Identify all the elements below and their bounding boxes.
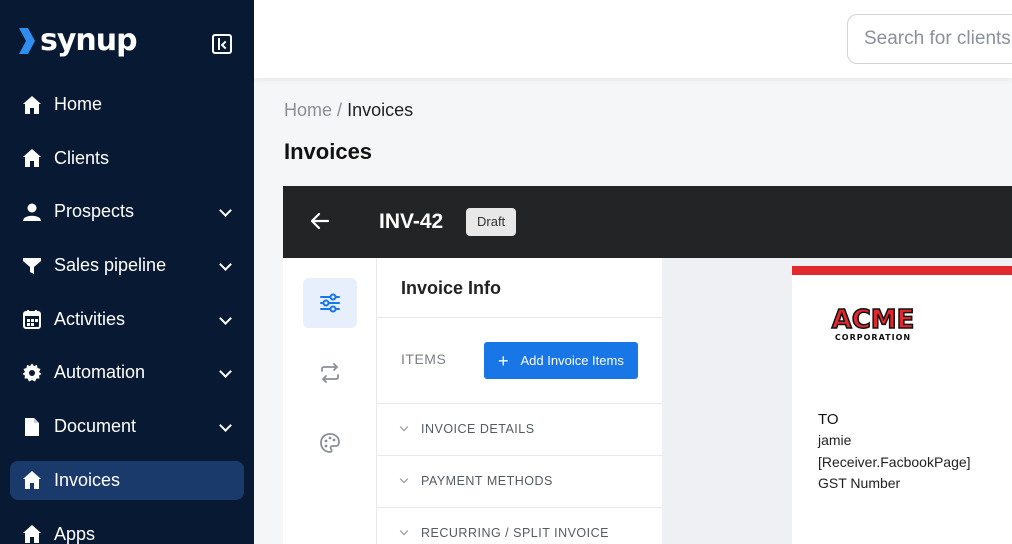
home-icon: [20, 93, 44, 117]
tool-settings[interactable]: [303, 278, 357, 328]
sidebar-item-prospects[interactable]: Prospects: [10, 192, 244, 231]
funnel-icon: [20, 254, 44, 278]
chevron-down-icon: [399, 422, 409, 432]
home-icon: [20, 522, 44, 544]
acme-logo: ACME CORPORATION: [831, 304, 915, 342]
brand-name: synup: [40, 23, 138, 58]
divider: [377, 403, 662, 404]
divider: [377, 317, 662, 318]
document-icon: [20, 415, 44, 439]
invoice-info-panel: Invoice Info ITEMS + Add Invoice Items I…: [377, 258, 662, 544]
section-label: INVOICE DETAILS: [421, 422, 535, 436]
sidebar-nav: Home Clients Prospects Sales pipeline Ac…: [10, 85, 244, 544]
home-icon: [20, 146, 44, 170]
logo-main-text: ACME: [832, 305, 915, 335]
section-label: PAYMENT METHODS: [421, 474, 553, 488]
sidebar-item-document[interactable]: Document: [10, 407, 244, 446]
synup-logo[interactable]: synup: [18, 23, 138, 58]
chevron-down-icon[interactable]: [219, 365, 232, 379]
sidebar-item-invoices[interactable]: Invoices: [10, 460, 244, 500]
panel-title: Invoice Info: [401, 278, 502, 298]
section-payment-methods[interactable]: PAYMENT METHODS: [399, 474, 553, 488]
home-icon: [20, 468, 44, 492]
sidebar: synup Home Clients Prospects Sales pipel…: [0, 0, 254, 544]
sidebar-item-apps[interactable]: Apps: [10, 515, 244, 544]
sidebar-item-label: Automation: [54, 362, 146, 383]
section-label: RECURRING / SPLIT INVOICE: [421, 526, 609, 540]
user-icon: [20, 200, 44, 224]
receiver-gst: GST Number: [818, 475, 901, 491]
divider: [377, 455, 662, 456]
sidebar-item-label: Prospects: [54, 201, 135, 222]
tool-recurring[interactable]: [303, 348, 357, 398]
page-title: Invoices: [284, 139, 373, 164]
to-label: TO: [818, 411, 839, 428]
add-button-label: Add Invoice Items: [520, 353, 624, 368]
add-invoice-items-button[interactable]: + Add Invoice Items: [484, 342, 638, 379]
synup-logo-mark-icon: [19, 28, 35, 54]
logo-sub-text: CORPORATION: [835, 333, 911, 342]
plus-icon: +: [498, 350, 509, 371]
sidebar-item-label: Invoices: [54, 469, 121, 490]
sidebar-item-sales-pipeline[interactable]: Sales pipeline: [10, 246, 244, 285]
sidebar-item-label: Home: [54, 94, 103, 114]
invoice-id: INV-42: [379, 210, 444, 233]
section-invoice-details[interactable]: INVOICE DETAILS: [399, 422, 535, 436]
receiver-name: jamie: [818, 432, 852, 448]
breadcrumb-current: Invoices: [347, 100, 414, 120]
palette-icon: [320, 433, 340, 453]
gear-icon: [20, 361, 44, 385]
breadcrumb-home-link[interactable]: Home: [284, 100, 332, 120]
collapse-sidebar-icon[interactable]: [212, 34, 232, 54]
invoice-header: INV-42 Draft: [283, 186, 1012, 258]
sidebar-item-clients[interactable]: Clients: [10, 139, 244, 178]
chevron-down-icon: [399, 526, 409, 536]
tool-theme[interactable]: [303, 418, 357, 468]
tool-column: [283, 258, 377, 544]
section-recurring-split[interactable]: RECURRING / SPLIT INVOICE: [399, 526, 609, 540]
search-input[interactable]: [847, 14, 1012, 64]
invoice-document: ACME CORPORATION TO jamie [Receiver.Facb…: [792, 266, 1012, 544]
back-arrow-icon[interactable]: [309, 210, 331, 232]
sidebar-item-label: Document: [54, 416, 137, 437]
sidebar-item-label: Sales pipeline: [54, 255, 167, 276]
sidebar-item-home[interactable]: Home: [10, 85, 244, 124]
divider: [377, 507, 662, 508]
chevron-down-icon: [399, 474, 409, 484]
sidebar-item-label: Clients: [54, 147, 110, 168]
sidebar-item-automation[interactable]: Automation: [10, 353, 244, 392]
top-bar: [254, 0, 1012, 78]
sidebar-item-activities[interactable]: Activities: [10, 300, 244, 339]
status-badge: Draft: [466, 208, 517, 236]
chevron-down-icon[interactable]: [219, 419, 232, 432]
calendar-icon: [20, 307, 44, 331]
sidebar-item-label: Activities: [54, 308, 126, 329]
sidebar-item-label: Apps: [54, 523, 96, 544]
sliders-icon: [320, 293, 340, 313]
chevron-down-icon[interactable]: [219, 204, 232, 218]
repeat-icon: [321, 363, 339, 383]
receiver-page: [Receiver.FacbookPage]: [818, 454, 971, 470]
chevron-down-icon[interactable]: [219, 258, 232, 271]
chevron-down-icon[interactable]: [219, 311, 232, 325]
breadcrumb: Home / Invoices: [284, 100, 413, 121]
items-label: ITEMS: [401, 351, 447, 367]
breadcrumb-separator: /: [337, 100, 343, 120]
